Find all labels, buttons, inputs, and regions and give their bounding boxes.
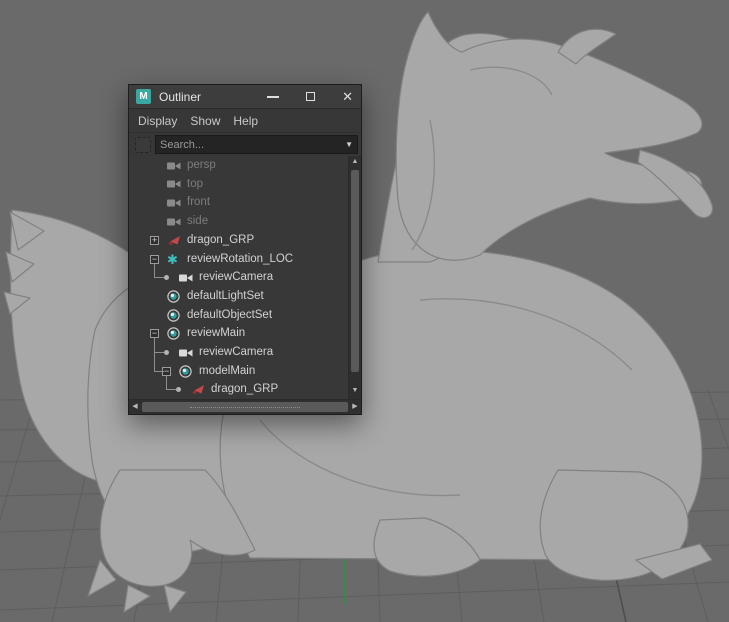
tree-item-reviewRotation_LOC-5[interactable]: − ✱ reviewRotation_LOC — [129, 250, 348, 269]
tree-item-dragon_GRP-12[interactable]: dragon_GRP — [129, 380, 348, 399]
camera-icon — [179, 343, 193, 362]
window-title: Outliner — [159, 89, 202, 104]
camera-icon — [167, 212, 181, 231]
tree-item-top-1[interactable]: top — [129, 175, 348, 194]
tree-item-dragon_GRP-4[interactable]: + dragon_GRP — [129, 231, 348, 250]
tree-item-defaultLightSet-7[interactable]: defaultLightSet — [129, 287, 348, 306]
tree-item-label: top — [187, 177, 203, 190]
collapse-icon[interactable]: − — [150, 254, 159, 264]
transform-group-icon — [167, 231, 181, 250]
tree-item-label: defaultLightSet — [187, 289, 264, 302]
search-box: ▼ — [155, 135, 358, 154]
maya-app-icon: M — [136, 89, 151, 104]
scroll-down-icon[interactable]: ▼ — [349, 385, 361, 397]
horizontal-scrollbar[interactable]: ◀ ▶ — [129, 399, 361, 414]
scroll-right-icon[interactable]: ▶ — [349, 400, 361, 414]
tree-item-label: front — [187, 196, 211, 209]
outliner-tree: ▲ ▼ persp top front side + dragon_GRP − ✱ review… — [129, 156, 361, 399]
tree-connector-line — [154, 370, 164, 372]
close-button[interactable]: ✕ — [342, 90, 353, 103]
tree-item-side-3[interactable]: side — [129, 212, 348, 231]
tree-item-label: dragon_GRP — [187, 233, 255, 246]
menu-show[interactable]: Show — [190, 114, 220, 128]
tree-item-label: side — [187, 215, 209, 228]
search-dropdown-icon[interactable]: ▼ — [345, 136, 357, 153]
viewport-canvas — [0, 11, 729, 622]
menu-bar: Display Show Help — [129, 109, 361, 133]
expand-icon[interactable]: + — [150, 235, 159, 245]
leaf-bullet — [176, 387, 181, 393]
tree-item-defaultObjectSet-8[interactable]: defaultObjectSet — [129, 306, 348, 325]
search-input[interactable] — [156, 138, 346, 151]
scroll-grip — [190, 406, 300, 408]
set-icon — [167, 287, 180, 306]
camera-icon — [167, 175, 181, 194]
tree-item-front-2[interactable]: front — [129, 193, 348, 212]
vertical-scroll-thumb[interactable] — [351, 170, 359, 372]
menu-help[interactable]: Help — [233, 114, 258, 128]
scroll-left-icon[interactable]: ◀ — [129, 400, 141, 414]
tree-item-label: reviewMain — [187, 327, 246, 340]
camera-icon — [167, 193, 181, 212]
tree-connector-line — [154, 338, 155, 372]
menu-display[interactable]: Display — [138, 114, 177, 128]
tree-item-label: reviewCamera — [199, 271, 274, 284]
collapse-icon[interactable]: − — [150, 329, 159, 339]
tree-item-reviewMain-9[interactable]: − reviewMain — [129, 324, 348, 343]
outliner-window: M Outliner ✕ Display Show Help ▼ ▲ ▼ per… — [128, 84, 362, 415]
tree-item-persp-0[interactable]: persp — [129, 156, 348, 175]
transform-group-icon — [191, 380, 205, 399]
search-row: ▼ — [129, 133, 361, 156]
tree-item-label: reviewRotation_LOC — [187, 252, 294, 265]
leaf-bullet — [164, 275, 169, 281]
title-bar[interactable]: M Outliner ✕ — [129, 85, 361, 109]
tree-connector-line — [166, 389, 176, 391]
camera-icon — [167, 156, 181, 175]
tree-connector-line — [154, 352, 164, 353]
minimize-button[interactable] — [267, 95, 280, 98]
horizontal-scroll-thumb[interactable] — [142, 402, 348, 412]
scroll-up-icon[interactable]: ▲ — [349, 156, 361, 168]
set-icon — [167, 324, 180, 343]
tree-item-label: modelMain — [199, 364, 256, 377]
tree-connector-line — [154, 263, 155, 278]
leaf-bullet — [164, 350, 169, 355]
tree-item-label: dragon_GRP — [211, 383, 279, 396]
tree-item-label: persp — [187, 159, 216, 171]
tree-connector-line — [154, 277, 164, 279]
filter-icon[interactable] — [135, 136, 151, 153]
vertical-scrollbar[interactable]: ▲ ▼ — [348, 156, 361, 399]
set-icon — [179, 362, 192, 381]
maximize-button[interactable] — [306, 92, 316, 101]
viewport[interactable] — [0, 0, 729, 622]
tree-item-label: defaultObjectSet — [187, 308, 273, 321]
locator-icon: ✱ — [167, 251, 178, 267]
tree-connector-line — [166, 375, 167, 390]
set-icon — [167, 306, 180, 325]
tree-item-label: reviewCamera — [199, 346, 274, 358]
camera-icon — [179, 268, 193, 287]
